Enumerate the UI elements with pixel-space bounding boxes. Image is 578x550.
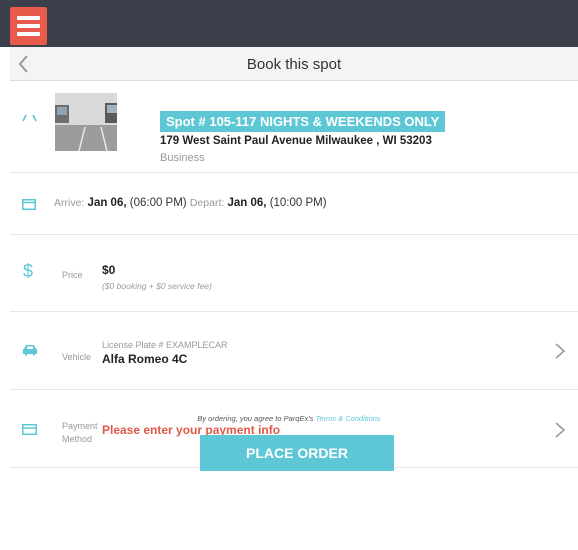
credit-card-icon [22,424,37,435]
license-plate: License Plate # EXAMPLECAR [102,340,228,350]
price-value: $0 [102,263,116,277]
vehicle-name: Alfa Romeo 4C [102,352,188,366]
calendar-icon [22,199,36,210]
terms-text: By ordering, you agree to ParqEx's [197,414,314,423]
spot-address: 179 West Saint Paul Avenue Milwaukee , W… [160,135,432,147]
spot-type: Business [160,152,205,164]
arrive-date: Jan 06, [87,197,127,209]
menu-line [17,24,40,28]
top-bar [0,0,578,47]
depart-label: Depart: [189,197,225,209]
vehicle-label: Vehicle [62,352,92,362]
terms-link[interactable]: Terms & Conditions [316,414,381,423]
spot-row: Spot # 105-117 NIGHTS & WEEKENDS ONLY 17… [10,82,578,173]
spot-title-badge: Spot # 105-117 NIGHTS & WEEKENDS ONLY [160,111,446,132]
menu-line [17,32,40,36]
vehicle-row[interactable]: Vehicle License Plate # EXAMPLECAR Alfa … [10,312,578,390]
price-breakdown: ($0 booking + $0 service fee) [102,281,212,291]
depart-date: Jan 06, [227,197,267,209]
menu-line [17,16,40,20]
dollar-icon: $ [23,261,34,281]
price-row: $ Price $0 ($0 booking + $0 service fee) [10,235,578,312]
car-icon [23,345,37,356]
page-title: Book this spot [246,56,342,73]
chevron-right-icon[interactable] [554,421,566,439]
dates-row[interactable]: Arrive: Jan 06, (06:00 PM) Depart: Jan 0… [10,173,578,235]
arrive-label: Arrive: [54,197,85,209]
expand-icon[interactable] [21,113,39,123]
arrive-time: (06:00 PM) [129,197,187,209]
spot-photo [55,93,117,151]
price-label: Price [62,270,83,280]
payment-label: Payment Method [62,420,98,446]
nav-bar: Book this spot [10,47,578,81]
depart-time: (10:00 PM) [269,197,327,209]
hamburger-menu-button[interactable] [10,7,47,45]
chevron-right-icon[interactable] [554,342,566,360]
terms-notice: By ordering, you agree to ParqEx's Terms… [0,414,578,423]
place-order-button[interactable]: PLACE ORDER [200,435,394,471]
dates-text: Arrive: Jan 06, (06:00 PM) Depart: Jan 0… [54,197,327,209]
payment-label-line2: Method [62,434,93,444]
